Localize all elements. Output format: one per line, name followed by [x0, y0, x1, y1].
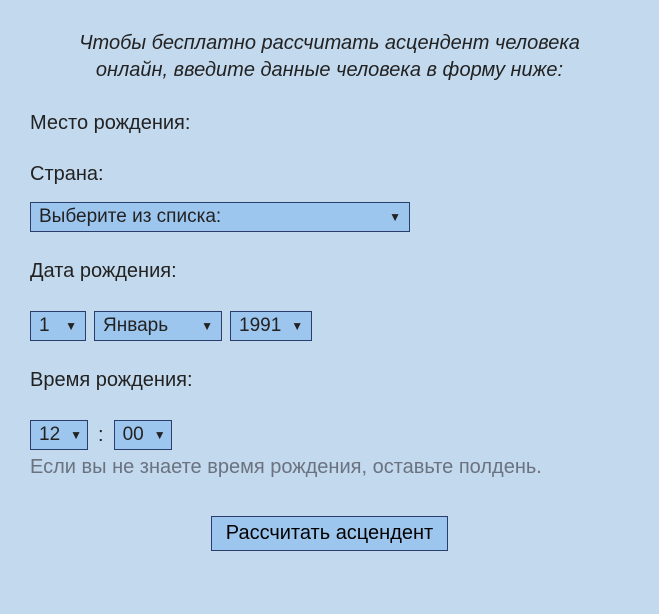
minute-select[interactable]: 00 ▼	[114, 420, 172, 450]
month-value: Январь	[103, 315, 168, 337]
birthplace-label: Место рождения:	[30, 112, 629, 135]
day-value: 1	[39, 315, 50, 337]
birthtime-label: Время рождения:	[30, 369, 629, 392]
chevron-down-icon: ▼	[65, 319, 77, 333]
chevron-down-icon: ▼	[291, 319, 303, 333]
hour-select[interactable]: 12 ▼	[30, 420, 88, 450]
month-select[interactable]: Январь ▼	[94, 311, 222, 341]
country-label: Страна:	[30, 163, 629, 186]
chevron-down-icon: ▼	[201, 319, 213, 333]
chevron-down-icon: ▼	[389, 210, 401, 224]
hour-value: 12	[39, 424, 60, 446]
calculate-button[interactable]: Рассчитать асцендент	[211, 516, 448, 551]
birthdate-label: Дата рождения:	[30, 260, 629, 283]
chevron-down-icon: ▼	[154, 428, 166, 442]
year-value: 1991	[239, 315, 281, 337]
minute-value: 00	[123, 424, 144, 446]
year-select[interactable]: 1991 ▼	[230, 311, 312, 341]
chevron-down-icon: ▼	[70, 428, 82, 442]
instruction-text: Чтобы бесплатно рассчитать асцендент чел…	[50, 30, 609, 84]
country-selected-value: Выберите из списка:	[39, 206, 221, 228]
birthtime-hint: Если вы не знаете время рождения, оставь…	[30, 454, 629, 480]
time-colon: :	[98, 424, 104, 447]
country-select[interactable]: Выберите из списка: ▼	[30, 202, 410, 232]
day-select[interactable]: 1 ▼	[30, 311, 86, 341]
